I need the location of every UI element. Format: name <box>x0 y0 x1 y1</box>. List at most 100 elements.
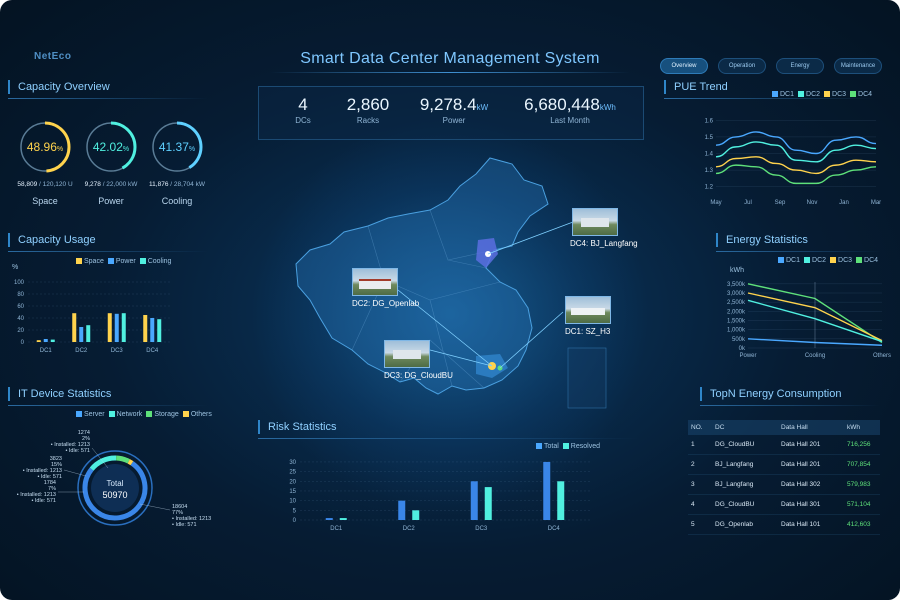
y-tick-label: 1.6 <box>705 118 714 124</box>
legend-item[interactable]: Power <box>107 258 136 265</box>
legend-item[interactable]: DC3 <box>830 257 852 264</box>
bar-cooling-dc1 <box>50 339 55 342</box>
legend-swatch <box>798 91 805 97</box>
legend-item[interactable]: Storage <box>146 411 179 418</box>
table-row[interactable]: 4 DG_CloudBU Data Hall 301 571,104 <box>688 494 880 515</box>
bar-power-dc2 <box>79 327 84 342</box>
legend-label: Storage <box>154 411 179 418</box>
y-tick-label: 0k <box>739 346 746 352</box>
capacity-usage-chart: 0 20 40 60 80 100 DC1 DC2 DC3 DC4 <box>14 280 170 354</box>
site-label-dc2[interactable]: DC2: DG_Openlab <box>352 299 419 308</box>
legend-item[interactable]: Total <box>536 443 559 450</box>
y-tick-label: 20 <box>17 328 24 334</box>
table-row[interactable]: 5 DG_Openlab Data Hall 101 412,603 <box>688 514 880 535</box>
cell-hall: Data Hall 201 <box>778 454 844 475</box>
legend-item[interactable]: Cooling <box>139 258 171 265</box>
y-tick-label: 2,000k <box>727 309 746 315</box>
gauge-power[interactable]: 42.02% <box>84 120 138 174</box>
gauge-usage-text: 11,876 / 28,704 kW <box>137 181 217 188</box>
legend-item[interactable]: DC1 <box>778 257 800 264</box>
y-tick-label: 1,000k <box>727 328 746 334</box>
gauge-number: 42.02 <box>92 140 123 154</box>
legend-item[interactable]: Space <box>76 258 104 265</box>
tab-maintenance[interactable]: Maintenance <box>834 58 882 74</box>
it-device-donut-chart: Total5097012742%• Installed: 1213• Idle:… <box>17 430 211 528</box>
legend-swatch <box>76 258 82 264</box>
gauge-value: 48.96% <box>18 140 72 154</box>
legend-label: DC2 <box>806 91 821 98</box>
table-row[interactable]: 2 BJ_Langfang Data Hall 201 707,854 <box>688 454 880 475</box>
donut-slice-storage <box>115 455 130 464</box>
x-tick-label: DC1 <box>330 526 343 532</box>
y-tick-label: 60 <box>17 304 24 310</box>
legend-item[interactable]: DC2 <box>804 257 826 264</box>
site-photo-dc3[interactable] <box>384 340 430 368</box>
y-tick-label: 15 <box>289 489 296 495</box>
legend-label: DC1 <box>780 91 795 98</box>
legend-swatch <box>830 257 837 263</box>
legend-item[interactable]: DC4 <box>856 257 878 264</box>
legend-item[interactable]: Server <box>76 411 105 418</box>
table-row[interactable]: 3 BJ_Langfang Data Hall 302 579,983 <box>688 474 880 495</box>
table-row[interactable]: 1 DG_CloudBU Data Hall 201 716,256 <box>688 435 880 455</box>
site-label-dc3[interactable]: DC3: DG_CloudBU <box>384 371 453 380</box>
x-tick-label: DC1 <box>40 348 53 354</box>
x-tick-label: DC3 <box>475 526 488 532</box>
site-photo-dc4[interactable] <box>572 208 618 236</box>
cell-hall: Data Hall 101 <box>778 514 844 535</box>
y-tick-label: 500k <box>732 337 746 343</box>
bar-space-dc2 <box>72 313 77 342</box>
summary-stats: 4 DCs 2,860 Racks 9,278.4kW Power 6,680,… <box>258 86 644 140</box>
site-label-dc1[interactable]: DC1: SZ_H3 <box>565 327 610 336</box>
x-tick-label: DC4 <box>146 348 159 354</box>
legend-label: Server <box>84 411 105 418</box>
x-tick-label: Nov <box>807 200 818 206</box>
cell-no: 5 <box>688 514 712 535</box>
site-photo-dc1[interactable] <box>565 296 611 324</box>
legend-item[interactable]: DC1 <box>772 91 794 98</box>
gauge-cooling[interactable]: 41.37% <box>150 120 204 174</box>
gauge-value: 42.02% <box>84 140 138 154</box>
gauge-space[interactable]: 48.96% <box>18 120 72 174</box>
tab-operation[interactable]: Operation <box>718 58 766 74</box>
legend-item[interactable]: Others <box>182 411 212 418</box>
column-header: NO. <box>688 420 712 435</box>
panel-title: PUE Trend <box>664 80 728 94</box>
cell-hall: Data Hall 201 <box>778 435 844 455</box>
legend-item[interactable]: Network <box>108 411 142 418</box>
header-bar: NetEco Smart Data Center Management Syst… <box>0 0 900 78</box>
legend-swatch <box>778 257 784 263</box>
cell-hall: Data Hall 302 <box>778 474 844 495</box>
cell-no: 3 <box>688 474 712 495</box>
legend-item[interactable]: DC2 <box>798 91 820 98</box>
cell-no: 1 <box>688 435 712 455</box>
legend-item[interactable]: DC3 <box>824 91 846 98</box>
site-label-dc4[interactable]: DC4: BJ_Langfang <box>570 239 638 248</box>
gauge-label: Power <box>98 196 124 206</box>
bar-resolved-dc1 <box>339 518 347 520</box>
legend-item[interactable]: DC4 <box>850 91 872 98</box>
panel-title: TopN Energy Consumption <box>700 387 841 401</box>
y-unit-label: kWh <box>730 267 744 274</box>
bar-space-dc3 <box>107 313 112 342</box>
capacity-usage-legend: Space Power Cooling <box>76 258 175 265</box>
y-tick-label: 1.4 <box>705 152 714 158</box>
y-tick-label: 20 <box>289 479 296 485</box>
stat-value: 6,680,448 <box>524 95 600 114</box>
gauge-total: / 22,000 <box>102 181 128 188</box>
gauge-unit: % <box>188 146 196 153</box>
cell-dc: DG_Openlab <box>712 514 778 535</box>
panel-title: Risk Statistics <box>258 420 336 434</box>
site-photo-dc2[interactable] <box>352 268 398 296</box>
x-tick-label: Mar <box>871 200 881 206</box>
tab-energy[interactable]: Energy <box>776 58 824 74</box>
legend-swatch <box>76 411 82 417</box>
tab-overview[interactable]: Overview <box>660 58 708 74</box>
bar-cooling-dc3 <box>121 313 126 342</box>
legend-swatch <box>772 91 778 97</box>
cell-dc: BJ_Langfang <box>712 454 778 475</box>
cell-dc: DG_CloudBU <box>712 435 778 455</box>
legend-item[interactable]: Resolved <box>562 443 600 450</box>
building-shape <box>581 218 609 227</box>
legend-swatch <box>824 91 831 97</box>
